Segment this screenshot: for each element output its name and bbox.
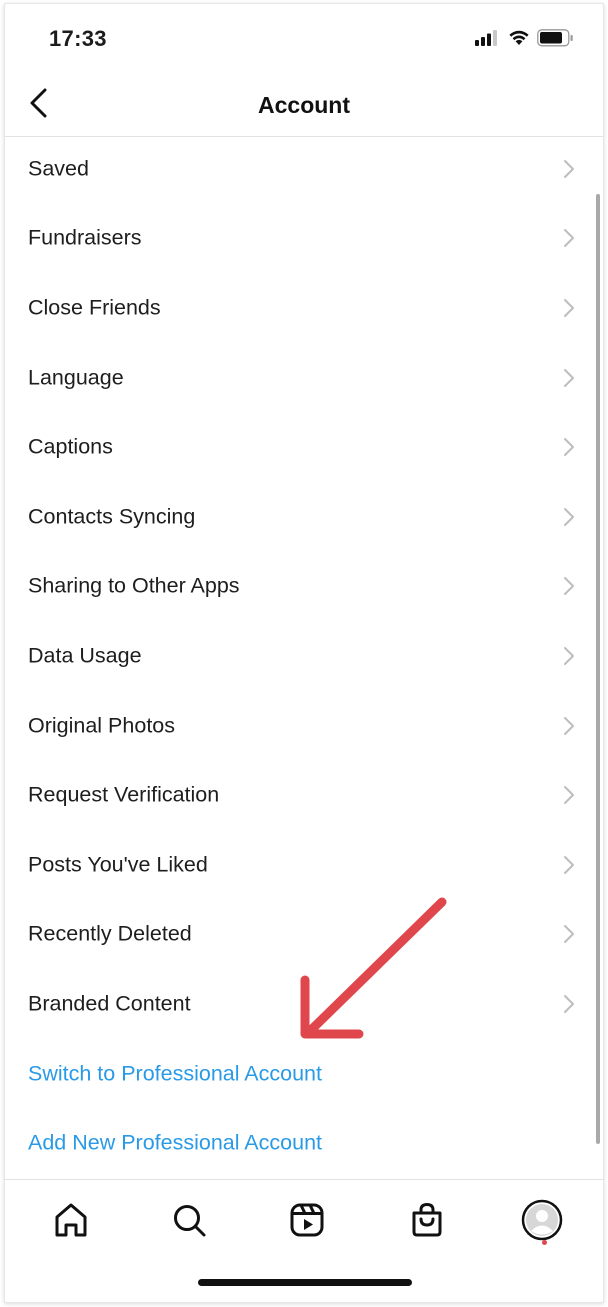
menu-item-captions[interactable]: Captions [5, 412, 603, 482]
home-indicator [198, 1279, 412, 1286]
add-new-professional-account-link[interactable]: Add New Professional Account [5, 1108, 603, 1178]
chevron-right-icon [564, 994, 574, 1013]
chevron-right-icon [564, 229, 574, 248]
menu-item-label: Request Verification [28, 782, 220, 807]
chevron-right-icon [564, 368, 574, 387]
menu-item-label: Fundraisers [28, 225, 142, 250]
wifi-icon [509, 30, 529, 45]
home-icon [55, 1203, 87, 1237]
menu-item-label: Posts You've Liked [28, 852, 208, 877]
menu-item-request-verification[interactable]: Request Verification [5, 760, 603, 830]
shop-icon [412, 1202, 442, 1237]
battery-icon [537, 29, 573, 47]
scrollbar[interactable] [596, 194, 600, 1144]
menu-item-saved[interactable]: Saved [5, 134, 603, 204]
menu-item-label: Language [28, 365, 124, 390]
menu-item-label: Captions [28, 434, 113, 459]
menu-item-sharing-to-other-apps[interactable]: Sharing to Other Apps [5, 552, 603, 622]
menu-item-language[interactable]: Language [5, 343, 603, 413]
tab-shop[interactable] [405, 1198, 449, 1242]
switch-to-professional-account-label: Switch to Professional Account [28, 1061, 322, 1086]
chevron-right-icon [564, 855, 574, 874]
menu-item-label: Recently Deleted [28, 921, 192, 946]
bottom-tab-bar [5, 1179, 603, 1270]
tab-search[interactable] [167, 1198, 211, 1242]
search-icon [174, 1205, 206, 1237]
chevron-right-icon [564, 298, 574, 317]
menu-item-label: Sharing to Other Apps [28, 573, 240, 598]
menu-item-label: Contacts Syncing [28, 504, 196, 529]
chevron-right-icon [564, 438, 574, 457]
menu-item-original-photos[interactable]: Original Photos [5, 691, 603, 761]
cellular-signal-icon [475, 30, 497, 46]
menu-item-contacts-syncing[interactable]: Contacts Syncing [5, 482, 603, 552]
chevron-right-icon [564, 577, 574, 596]
navigation-header: Account [5, 72, 603, 137]
tab-profile[interactable] [520, 1198, 564, 1242]
status-time: 17:33 [49, 26, 107, 51]
profile-avatar [521, 1199, 563, 1241]
menu-item-label: Data Usage [28, 643, 142, 668]
annotation-arrow-icon [300, 897, 447, 1039]
menu-item-data-usage[interactable]: Data Usage [5, 621, 603, 691]
menu-item-fundraisers[interactable]: Fundraisers [5, 204, 603, 274]
chevron-right-icon [564, 507, 574, 526]
tab-reels[interactable] [285, 1198, 329, 1242]
page-title: Account [258, 92, 350, 118]
menu-item-label: Close Friends [28, 295, 161, 320]
menu-item-close-friends[interactable]: Close Friends [5, 273, 603, 343]
chevron-right-icon [564, 786, 574, 805]
tab-home[interactable] [49, 1198, 93, 1242]
chevron-right-icon [564, 716, 574, 735]
notification-dot [542, 1240, 547, 1245]
chevron-right-icon [564, 159, 574, 178]
phone-screen: 17:33 Account Saved Fundraisers Close Fr… [4, 3, 604, 1303]
add-new-professional-account-label: Add New Professional Account [28, 1130, 322, 1155]
chevron-right-icon [564, 646, 574, 665]
menu-item-label: Branded Content [28, 991, 191, 1016]
reels-icon [290, 1203, 324, 1237]
chevron-right-icon [564, 925, 574, 944]
menu-item-label: Original Photos [28, 713, 175, 738]
menu-item-label: Saved [28, 156, 89, 181]
status-bar: 17:33 [5, 4, 603, 74]
